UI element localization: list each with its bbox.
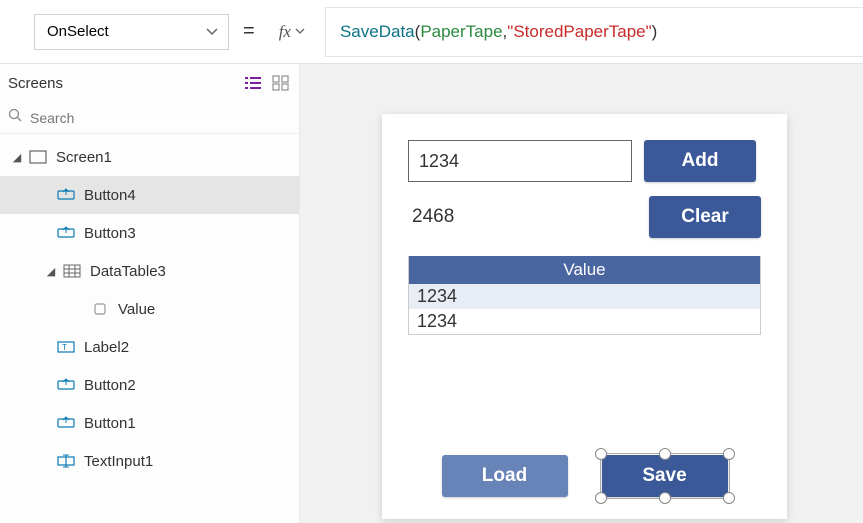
resize-handle[interactable] [723,492,735,504]
tree-title: Screens [8,75,63,92]
resize-handle[interactable] [595,492,607,504]
button-icon [56,377,76,393]
tree-item-value-column[interactable]: Value [0,290,299,328]
add-button[interactable]: Add [644,140,756,182]
screen-icon [28,149,48,165]
property-dropdown[interactable]: OnSelect [34,14,229,50]
fx-label[interactable]: fx [269,7,315,57]
tree-view-icon[interactable] [245,76,261,90]
save-button[interactable]: Save [602,455,728,497]
textinput-icon [56,453,76,469]
tree-item-datatable3[interactable]: ◢ DataTable3 [0,252,299,290]
tree-item-textinput1[interactable]: TextInput1 [0,442,299,480]
number-input[interactable] [408,140,632,182]
tree-item-button4[interactable]: Button4 [0,176,299,214]
load-button[interactable]: Load [442,455,568,497]
datatable-icon [62,263,82,279]
result-label: 2468 [408,206,454,228]
canvas-area[interactable]: Add 2468 Clear Value 1234 1234 Load Save [300,64,863,523]
formula-input[interactable]: SaveData( PaperTape, "StoredPaperTape" ) [325,7,863,57]
resize-handle[interactable] [659,492,671,504]
tree: ◢ Screen1 Button4 Button3 ◢ [0,134,299,480]
formula-bar: OnSelect = fx SaveData( PaperTape, "Stor… [0,0,863,64]
chevron-down-icon [206,23,218,40]
tree-search[interactable] [0,102,299,134]
formula-token-ident: PaperTape [420,22,502,42]
label-icon: T [56,339,76,355]
button-icon [56,415,76,431]
property-dropdown-value: OnSelect [47,23,109,40]
data-table[interactable]: Value 1234 1234 [408,256,761,335]
table-row[interactable]: 1234 [409,284,760,309]
tree-item-screen1[interactable]: ◢ Screen1 [0,138,299,176]
caret-down-icon: ◢ [44,265,58,278]
svg-text:T: T [62,343,67,352]
tree-item-button3[interactable]: Button3 [0,214,299,252]
tree-item-button2[interactable]: Button2 [0,366,299,404]
resize-handle[interactable] [723,448,735,460]
fx-icon: fx [279,22,291,42]
table-header-value: Value [409,256,760,284]
save-button-selected[interactable]: Save [602,455,728,497]
tree-search-input[interactable] [30,110,289,126]
tree-panel: Screens [0,64,300,523]
grid-view-icon[interactable] [273,76,289,90]
resize-handle[interactable] [595,448,607,460]
button-icon [56,225,76,241]
resize-handle[interactable] [659,448,671,460]
chevron-down-icon [295,26,305,38]
app-canvas: Add 2468 Clear Value 1234 1234 Load Save [382,114,787,519]
table-row[interactable]: 1234 [409,309,760,334]
column-icon [90,301,110,317]
tree-item-button1[interactable]: Button1 [0,404,299,442]
formula-token-string: "StoredPaperTape" [507,22,651,42]
equals-sign: = [239,20,259,43]
formula-token-func: SaveData [340,22,415,42]
clear-button[interactable]: Clear [649,196,761,238]
button-icon [56,187,76,203]
caret-down-icon: ◢ [10,151,24,164]
search-icon [8,108,22,127]
tree-item-label2[interactable]: T Label2 [0,328,299,366]
